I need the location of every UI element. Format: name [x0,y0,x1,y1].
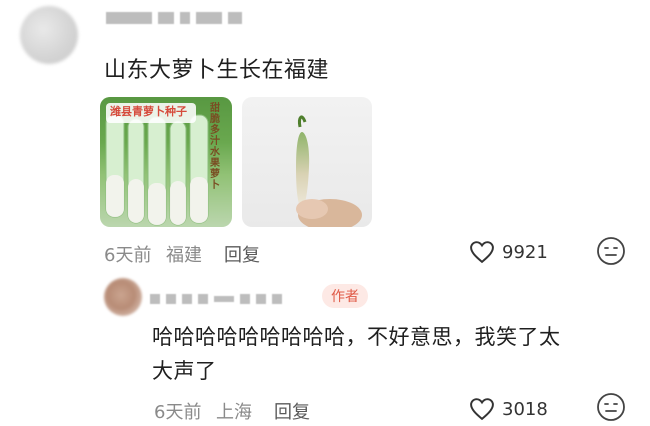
heart-outline-icon [470,398,494,421]
seed-package-label: 潍县青萝卜种子 [110,105,187,118]
author-name-blurred[interactable] [150,294,282,304]
like-button[interactable]: 3018 [468,395,548,423]
like-button[interactable]: 9921 [468,238,548,266]
neutral-face-icon [597,237,625,265]
seed-package-side-text: 甜脆多汁水果萝卜 [210,103,220,191]
reply-location: 上海 [216,402,252,423]
neutral-face-icon [597,393,625,421]
heart-outline-icon [470,241,494,264]
reply-time: 6天前 [154,402,202,423]
reply-text-line1: 哈哈哈哈哈哈哈哈哈，不好意思，我笑了太 [152,325,561,349]
reply-button[interactable]: 回复 [224,241,260,267]
like-count: 9921 [502,241,548,263]
commenter-name-blurred[interactable] [106,12,242,24]
commenter-avatar[interactable] [20,6,78,64]
small-radish-photo [296,115,362,227]
like-count: 3018 [502,398,548,420]
reaction-button[interactable] [596,236,626,266]
comment-image-small-radish[interactable] [242,97,372,227]
comment-time: 6天前 [104,245,152,266]
comment-image-radish-seeds[interactable]: 潍县青萝卜种子 甜脆多汁水果萝卜 [100,97,232,227]
reply-button[interactable]: 回复 [274,398,310,424]
reply-text-line2: 大声了 [152,359,217,383]
comment-text: 山东大萝卜生长在福建 [104,58,330,83]
reaction-button[interactable] [596,392,626,422]
author-avatar[interactable] [104,278,142,316]
comment-location: 福建 [166,245,202,266]
author-badge: 作者 [322,284,368,308]
